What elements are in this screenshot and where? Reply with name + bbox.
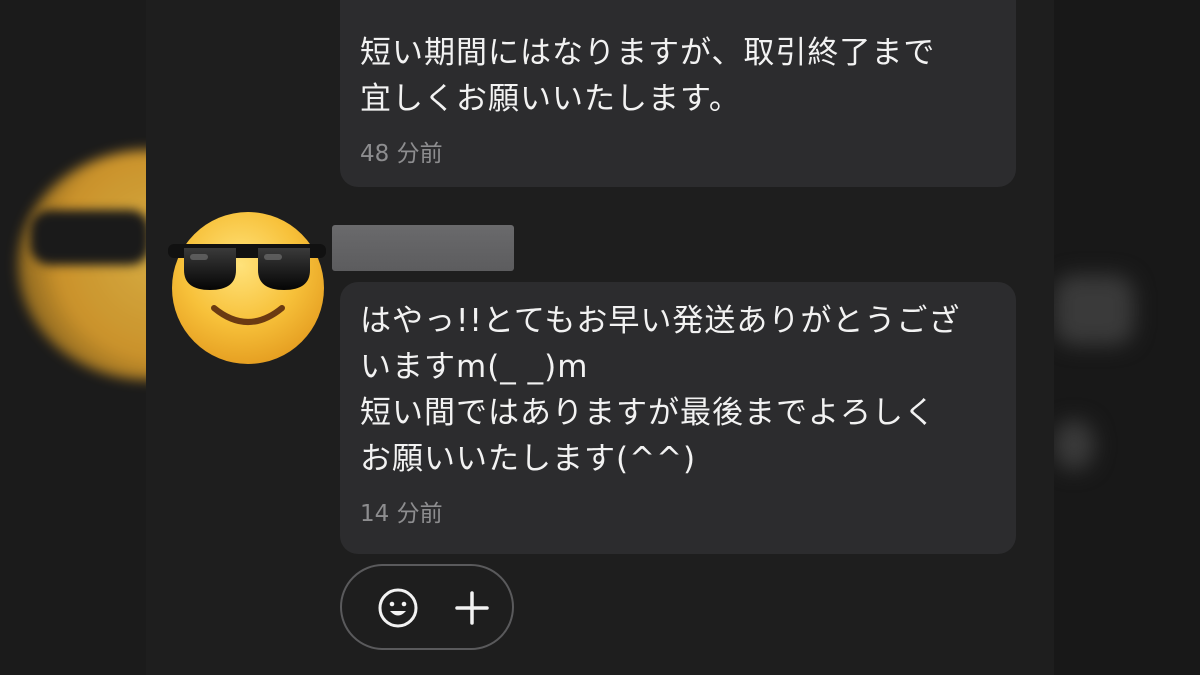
message-text-line: 短い期間にはなりますが、取引終了まで: [360, 35, 936, 71]
blurred-background-right: [1054, 0, 1200, 675]
chat-screen: 短い期間にはなりますが、取引終了まで 宜しくお願いいたします。 48 分前 はや…: [0, 0, 1200, 675]
smile-icon: [378, 588, 418, 628]
message-timestamp: 14 分前: [360, 501, 443, 527]
message-bubble[interactable]: はやっ!!とてもお早い発送ありがとうござ いますm(_ _)m 短い間ではありま…: [340, 282, 1016, 554]
add-button[interactable]: [450, 586, 494, 630]
plus-icon: [455, 591, 489, 625]
message-text-line: 短い間ではありますが最後までよろしく: [360, 395, 936, 431]
chat-thread[interactable]: 短い期間にはなりますが、取引終了まで 宜しくお願いいたします。 48 分前 はや…: [146, 0, 1054, 675]
blurred-text-decoration: [1054, 420, 1094, 470]
blurred-glasses-decoration: [30, 210, 150, 265]
message-text-line: いますm(_ _)m: [360, 349, 589, 385]
sunglasses-emoji-icon[interactable]: [166, 208, 328, 366]
message-actions-pill: [340, 564, 514, 650]
message-timestamp: 48 分前: [360, 141, 443, 167]
blurred-text-decoration: [1054, 275, 1134, 345]
message-text-line: はやっ!!とてもお早い発送ありがとうござ: [360, 303, 961, 339]
message-bubble[interactable]: 短い期間にはなりますが、取引終了まで 宜しくお願いいたします。 48 分前: [340, 0, 1016, 187]
message-text-line: 宜しくお願いいたします。: [360, 81, 741, 117]
blurred-background-left: [0, 0, 278, 675]
message-text-line: お願いいたします(^^): [360, 441, 697, 477]
add-reaction-button[interactable]: [376, 586, 420, 630]
sender-name-redacted: [332, 225, 514, 271]
